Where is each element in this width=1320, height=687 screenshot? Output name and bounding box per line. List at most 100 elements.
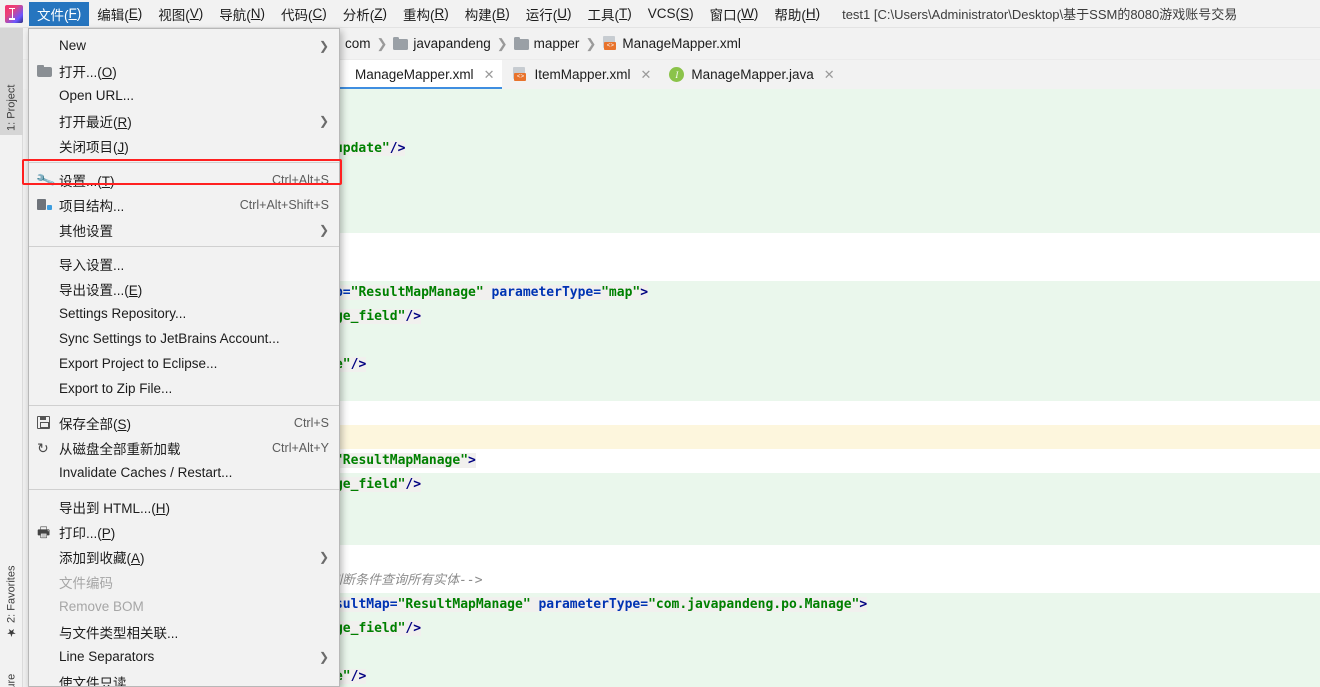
chevron-right-icon: ❯: [318, 222, 329, 237]
breadcrumb-separator: ❯: [496, 35, 508, 51]
menu-item-23[interactable]: Line Separators ❯: [29, 644, 339, 669]
menu-item-1[interactable]: 打开...(O): [29, 58, 339, 83]
menu-item-12[interactable]: Export Project to Eclipse...: [29, 351, 339, 376]
menu-item-20: 文件编码: [29, 569, 339, 594]
code-token: />: [405, 309, 422, 324]
code-token: "ResultMapManage": [397, 597, 531, 612]
close-icon[interactable]: ✕: [824, 67, 835, 83]
reload-icon: ↻: [37, 439, 49, 456]
menu-item-13[interactable]: Export to Zip File...: [29, 376, 339, 401]
breadcrumb-item-3[interactable]: <> ManageMapper.xml: [599, 35, 744, 52]
menu-item-5[interactable]: 🔧 设置...(T) Ctrl+Alt+S: [29, 167, 339, 192]
breadcrumb-item-1[interactable]: javapandeng: [390, 35, 493, 52]
menu-item-label: 打开最近(R): [59, 114, 132, 130]
close-icon[interactable]: ✕: [484, 67, 495, 83]
menu-item-22[interactable]: 与文件类型相关联...: [29, 619, 339, 644]
menu-item-shortcut: Ctrl+Alt+Shift+S: [239, 197, 329, 212]
menu-item-label: 其他设置: [59, 223, 113, 239]
menubar-item-4[interactable]: 代码(C): [273, 2, 335, 26]
menu-item-21: Remove BOM: [29, 594, 339, 619]
menu-item-14[interactable]: 保存全部(S) Ctrl+S: [29, 410, 339, 435]
menubar-item-9[interactable]: 工具(T): [580, 2, 640, 26]
menu-item-16[interactable]: Invalidate Caches / Restart...: [29, 460, 339, 485]
xml-file-icon: <>: [602, 36, 617, 51]
menu-item-6[interactable]: 项目结构... Ctrl+Alt+Shift+S: [29, 192, 339, 217]
menu-item-10[interactable]: Settings Repository...: [29, 301, 339, 326]
menubar-item-1[interactable]: 编辑(E): [89, 2, 150, 26]
menubar-item-0[interactable]: 文件(F): [29, 1, 90, 26]
menubar-item-2[interactable]: 视图(V): [150, 2, 211, 26]
wrench-icon: 🔧: [34, 169, 57, 190]
menu-item-18[interactable]: 🖶 打印...(P): [29, 519, 339, 544]
code-token: parameterType=: [538, 597, 649, 612]
menu-item-label: Remove BOM: [59, 599, 144, 614]
menu-item-9[interactable]: 导出设置...(E): [29, 276, 339, 301]
breadcrumb-label: javapandeng: [413, 36, 491, 51]
menu-item-19[interactable]: 添加到收藏(A) ❯: [29, 544, 339, 569]
menu-item-label: 使文件只读: [59, 675, 127, 687]
menu-item-label: Export to Zip File...: [59, 381, 173, 396]
folder-icon: [393, 37, 409, 50]
menu-item-label: Open URL...: [59, 88, 135, 103]
sidebar-item-structure[interactable]: tructure: [0, 648, 23, 687]
menu-item-15[interactable]: ↻ 从磁盘全部重新加载 Ctrl+Alt+Y: [29, 435, 339, 460]
menu-item-0[interactable]: New ❯: [29, 33, 339, 58]
menu-item-11[interactable]: Sync Settings to JetBrains Account...: [29, 326, 339, 351]
menu-item-label: 导出设置...(E): [59, 282, 143, 298]
close-icon[interactable]: ✕: [641, 67, 652, 83]
menu-item-8[interactable]: 导入设置...: [29, 251, 339, 276]
sidebar-item-project[interactable]: 1: Project: [0, 40, 23, 135]
chevron-right-icon: ❯: [318, 38, 329, 53]
menu-item-shortcut: Ctrl+Alt+S: [272, 172, 329, 187]
code-token: />: [350, 669, 367, 684]
menu-item-2[interactable]: Open URL...: [29, 83, 339, 108]
code-token: >: [859, 597, 868, 612]
code-token: parameterType=: [491, 285, 602, 300]
menubar-item-8[interactable]: 运行(U): [518, 2, 580, 26]
code-token: >: [468, 453, 476, 468]
menu-separator: [29, 162, 339, 163]
menu-item-label: 文件编码: [59, 575, 113, 591]
menubar-item-11[interactable]: 窗口(W): [702, 2, 767, 26]
tab-0[interactable]: <>ManageMapper.xml✕: [323, 60, 503, 89]
menu-item-shortcut: Ctrl+S: [293, 415, 329, 430]
code-token: "com.javapandeng.po.Manage": [648, 597, 860, 612]
menubar-item-12[interactable]: 帮助(H): [766, 2, 828, 26]
code-token: >: [640, 285, 649, 300]
folder-icon: [513, 37, 529, 50]
print-icon: 🖶: [37, 523, 51, 540]
menu-item-7[interactable]: 其他设置 ❯: [29, 217, 339, 242]
tool-stripe-label: tructure: [6, 674, 18, 687]
menu-item-label: 设置...(T): [59, 173, 115, 189]
code-token: />: [389, 141, 406, 156]
menu-item-3[interactable]: 打开最近(R) ❯: [29, 108, 339, 133]
tab-2[interactable]: I ManageMapper.java ✕: [659, 60, 842, 89]
menu-item-label: Line Separators: [59, 649, 155, 664]
file-menu-dropdown[interactable]: New ❯ 打开...(O) Open URL... 打开最近(R) ❯ 关闭项目(J) 🔧 设…: [28, 28, 340, 687]
menu-item-label: 与文件类型相关联...: [59, 625, 179, 641]
intellij-idea-logo-icon: [5, 4, 23, 23]
code-token: />: [350, 357, 367, 372]
sidebar-item-favorites[interactable]: ★ 2: Favorites: [0, 533, 23, 643]
breadcrumb-item-2[interactable]: mapper: [511, 35, 583, 52]
tab-label: ManageMapper.java: [691, 67, 814, 82]
menu-separator: [29, 405, 339, 406]
menu-item-label: Export Project to Eclipse...: [59, 356, 218, 371]
menu-item-label: 打印...(P): [59, 525, 116, 541]
menubar-item-3[interactable]: 导航(N): [211, 2, 273, 26]
menubar-item-10[interactable]: VCS(S): [640, 2, 702, 26]
menubar-item-5[interactable]: 分析(Z): [335, 2, 395, 26]
menu-item-label: 打开...(O): [59, 64, 117, 80]
menu-item-17[interactable]: 导出到 HTML...(H): [29, 494, 339, 519]
tab-label: ManageMapper.xml: [355, 67, 474, 82]
menu-item-24[interactable]: 使文件只读: [29, 669, 339, 687]
breadcrumb-label: ManageMapper.xml: [622, 36, 741, 51]
tab-1[interactable]: <> ItemMapper.xml ✕: [502, 60, 659, 89]
menu-item-label: 从磁盘全部重新加载: [59, 441, 181, 457]
menubar-item-7[interactable]: 构建(B): [457, 2, 518, 26]
menubar-item-6[interactable]: 重构(R): [395, 2, 457, 26]
menu-item-4[interactable]: 关闭项目(J): [29, 133, 339, 158]
save-icon: [37, 416, 59, 429]
chevron-right-icon: ❯: [318, 113, 329, 128]
